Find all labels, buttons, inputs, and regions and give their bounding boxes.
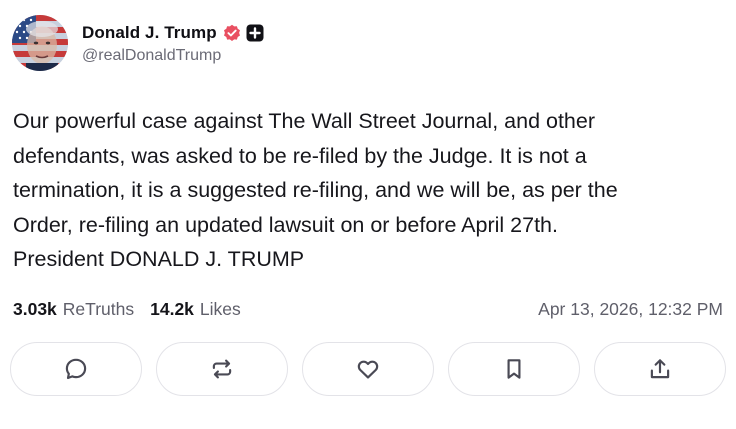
post-stats: 3.03k ReTruths 14.2k Likes Apr 13, 2026,…: [13, 296, 723, 322]
display-name[interactable]: Donald J. Trump: [82, 23, 217, 43]
verified-badge-icon: [223, 24, 241, 42]
retruths-label: ReTruths: [62, 298, 135, 319]
post-text-line: termination, it is a suggested re-filing…: [13, 178, 618, 202]
post-text-line: President DONALD J. TRUMP: [13, 247, 305, 271]
like-button[interactable]: [302, 342, 434, 396]
share-button[interactable]: [594, 342, 726, 396]
likes-count: 14.2k: [150, 298, 194, 319]
name-row: Donald J. Trump: [82, 21, 264, 45]
post-header: Donald J. Trump @realDonaldTrump: [12, 14, 264, 72]
heart-icon: [357, 360, 379, 379]
author-handle[interactable]: @realDonaldTrump: [82, 47, 264, 65]
likes-stat[interactable]: 14.2k Likes: [150, 299, 241, 320]
share-icon: [650, 359, 670, 379]
post-text-line: Order, re-filing an updated lawsuit on o…: [13, 212, 558, 237]
reply-button[interactable]: [10, 342, 142, 396]
post-text-line: defendants, was asked to be re-filed by …: [13, 143, 587, 168]
truth-post: Donald J. Trump @realDonaldTrump Our pow…: [0, 0, 736, 429]
flag-portrait-avatar: [12, 15, 68, 71]
avatar[interactable]: [12, 15, 68, 71]
author-names: Donald J. Trump @realDonaldTrump: [82, 21, 264, 65]
retruths-count: 3.03k: [13, 298, 57, 319]
post-timestamp[interactable]: Apr 13, 2026, 12:32 PM: [538, 299, 723, 320]
likes-label: Likes: [199, 298, 241, 319]
retruth-button[interactable]: [156, 342, 288, 396]
repost-icon: [212, 359, 232, 379]
bookmark-button[interactable]: [448, 342, 580, 396]
post-text: Our powerful case against The Wall Stree…: [13, 104, 725, 277]
retruths-stat[interactable]: 3.03k ReTruths: [13, 299, 134, 320]
action-bar: [10, 342, 726, 400]
plus-badge-icon: [246, 24, 264, 42]
bookmark-icon: [507, 359, 521, 379]
post-text-line: Our powerful case against The Wall Stree…: [13, 109, 596, 133]
comment-icon: [65, 358, 87, 380]
